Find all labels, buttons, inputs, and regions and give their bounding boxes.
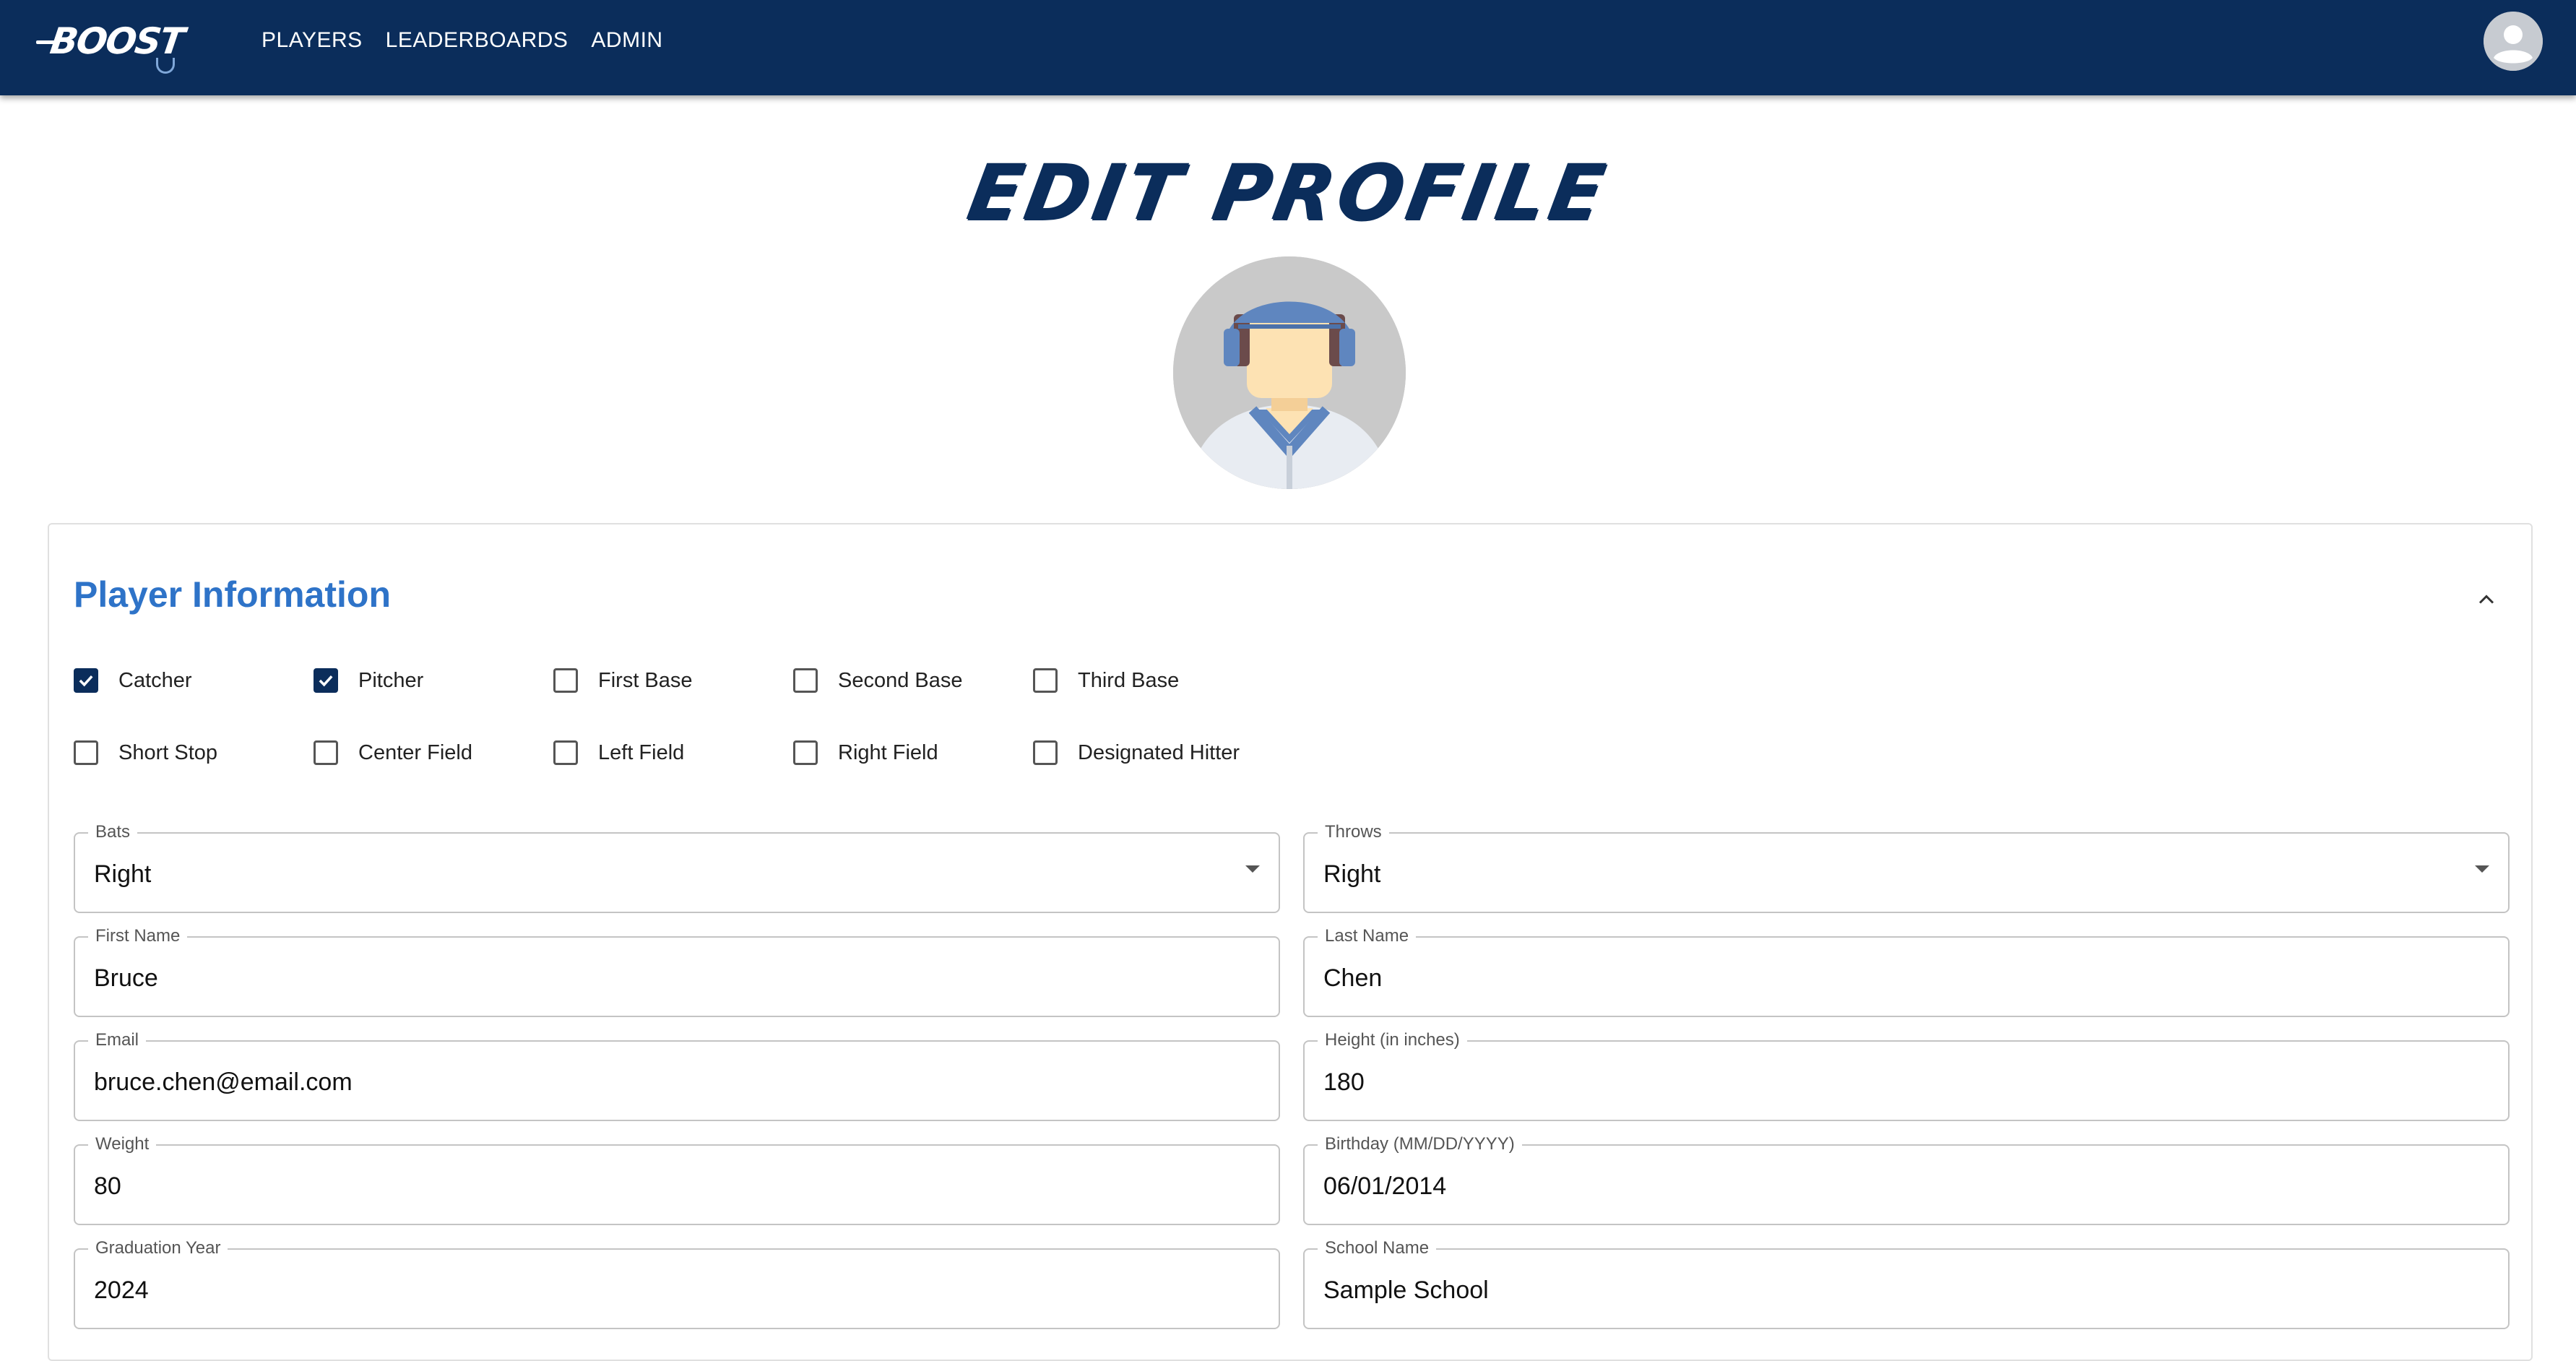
boost-logo[interactable]: BOOST (36, 20, 186, 74)
field-label: Birthday (MM/DD/YYYY) (1318, 1134, 1522, 1154)
position-label: Short Stop (118, 740, 218, 764)
field-label: Email (88, 1030, 147, 1050)
first-name-value[interactable]: Bruce (94, 964, 1260, 993)
position-pitcher[interactable]: Pitcher (314, 666, 553, 695)
throws-select[interactable]: Throws Right (1303, 822, 2510, 913)
birthday-value[interactable]: 06/01/2014 (1323, 1172, 2489, 1201)
nav-link-leaderboards[interactable]: LEADERBOARDS (386, 26, 569, 55)
last-name-field[interactable]: Last Name Chen (1303, 926, 2510, 1017)
field-label: Last Name (1318, 926, 1417, 946)
weight-value[interactable]: 80 (94, 1172, 1260, 1201)
field-label: Throws (1318, 822, 1389, 842)
field-label: School Name (1318, 1238, 1437, 1258)
nav-links: PLAYERS LEADERBOARDS ADMIN (262, 26, 663, 55)
nav-link-players[interactable]: PLAYERS (262, 26, 363, 55)
player-avatar-image[interactable] (1173, 256, 1406, 489)
last-name-value[interactable]: Chen (1323, 964, 2489, 993)
top-navbar: BOOST PLAYERS LEADERBOARDS ADMIN (0, 0, 2576, 95)
checkbox-unchecked-icon[interactable] (793, 668, 818, 693)
checkbox-unchecked-icon[interactable] (553, 668, 578, 693)
position-label: Third Base (1078, 668, 1180, 692)
height-field[interactable]: Height (in inches) 180 (1303, 1030, 2510, 1121)
position-short-stop[interactable]: Short Stop (74, 738, 314, 767)
nav-link-admin[interactable]: ADMIN (591, 26, 662, 55)
position-first-base[interactable]: First Base (553, 666, 793, 695)
positions-row: Catcher Pitcher First Base Second Base T… (74, 666, 1273, 695)
field-label: Graduation Year (88, 1238, 228, 1258)
bats-select[interactable]: Bats Right (74, 822, 1280, 913)
caret-down-icon[interactable] (1245, 865, 1260, 873)
position-right-field[interactable]: Right Field (793, 738, 1033, 767)
throws-value: Right (1323, 860, 1381, 888)
first-name-field[interactable]: First Name Bruce (74, 926, 1280, 1017)
field-label: Weight (88, 1134, 157, 1154)
checkbox-unchecked-icon[interactable] (1033, 740, 1058, 765)
field-label: Bats (88, 822, 138, 842)
weight-field[interactable]: Weight 80 (74, 1134, 1280, 1225)
field-label: First Name (88, 926, 188, 946)
positions-checkbox-grid: Catcher Pitcher First Base Second Base T… (74, 666, 1273, 811)
position-label: Catcher (118, 668, 192, 692)
positions-row: Short Stop Center Field Left Field Right… (74, 738, 1273, 767)
checkbox-unchecked-icon[interactable] (1033, 668, 1058, 693)
checkbox-unchecked-icon[interactable] (793, 740, 818, 765)
caret-down-icon[interactable] (2475, 865, 2489, 873)
position-label: First Base (598, 668, 693, 692)
bats-value: Right (94, 860, 152, 888)
position-designated-hitter[interactable]: Designated Hitter (1033, 738, 1273, 767)
position-label: Left Field (598, 740, 685, 764)
user-menu-avatar-icon[interactable] (2484, 12, 2543, 71)
position-left-field[interactable]: Left Field (553, 738, 793, 767)
position-catcher[interactable]: Catcher (74, 666, 314, 695)
position-center-field[interactable]: Center Field (314, 738, 553, 767)
position-label: Second Base (838, 668, 963, 692)
player-information-card: Player Information Catcher Pitcher First… (48, 523, 2533, 1361)
school-name-value[interactable]: Sample School (1323, 1276, 2489, 1305)
height-value[interactable]: 180 (1323, 1068, 2489, 1097)
checkbox-unchecked-icon[interactable] (314, 740, 338, 765)
logo-text: BOOST (47, 20, 186, 62)
graduation-year-value[interactable]: 2024 (94, 1276, 1260, 1305)
checkbox-unchecked-icon[interactable] (74, 740, 98, 765)
position-label: Pitcher (358, 668, 424, 692)
checkbox-checked-icon[interactable] (74, 668, 98, 693)
position-third-base[interactable]: Third Base (1033, 666, 1273, 695)
page-title: EDIT PROFILE (961, 148, 1615, 237)
position-second-base[interactable]: Second Base (793, 666, 1033, 695)
school-name-field[interactable]: School Name Sample School (1303, 1238, 2510, 1329)
graduation-year-field[interactable]: Graduation Year 2024 (74, 1238, 1280, 1329)
position-label: Designated Hitter (1078, 740, 1240, 764)
position-label: Right Field (838, 740, 938, 764)
checkbox-unchecked-icon[interactable] (553, 740, 578, 765)
card-title: Player Information (74, 574, 391, 615)
collapse-chevron-up-icon[interactable] (2472, 585, 2501, 614)
email-field[interactable]: Email bruce.chen@email.com (74, 1030, 1280, 1121)
email-value[interactable]: bruce.chen@email.com (94, 1068, 1260, 1097)
birthday-field[interactable]: Birthday (MM/DD/YYYY) 06/01/2014 (1303, 1134, 2510, 1225)
logo-hook (156, 58, 175, 74)
field-label: Height (in inches) (1318, 1030, 1467, 1050)
position-label: Center Field (358, 740, 472, 764)
checkbox-checked-icon[interactable] (314, 668, 338, 693)
